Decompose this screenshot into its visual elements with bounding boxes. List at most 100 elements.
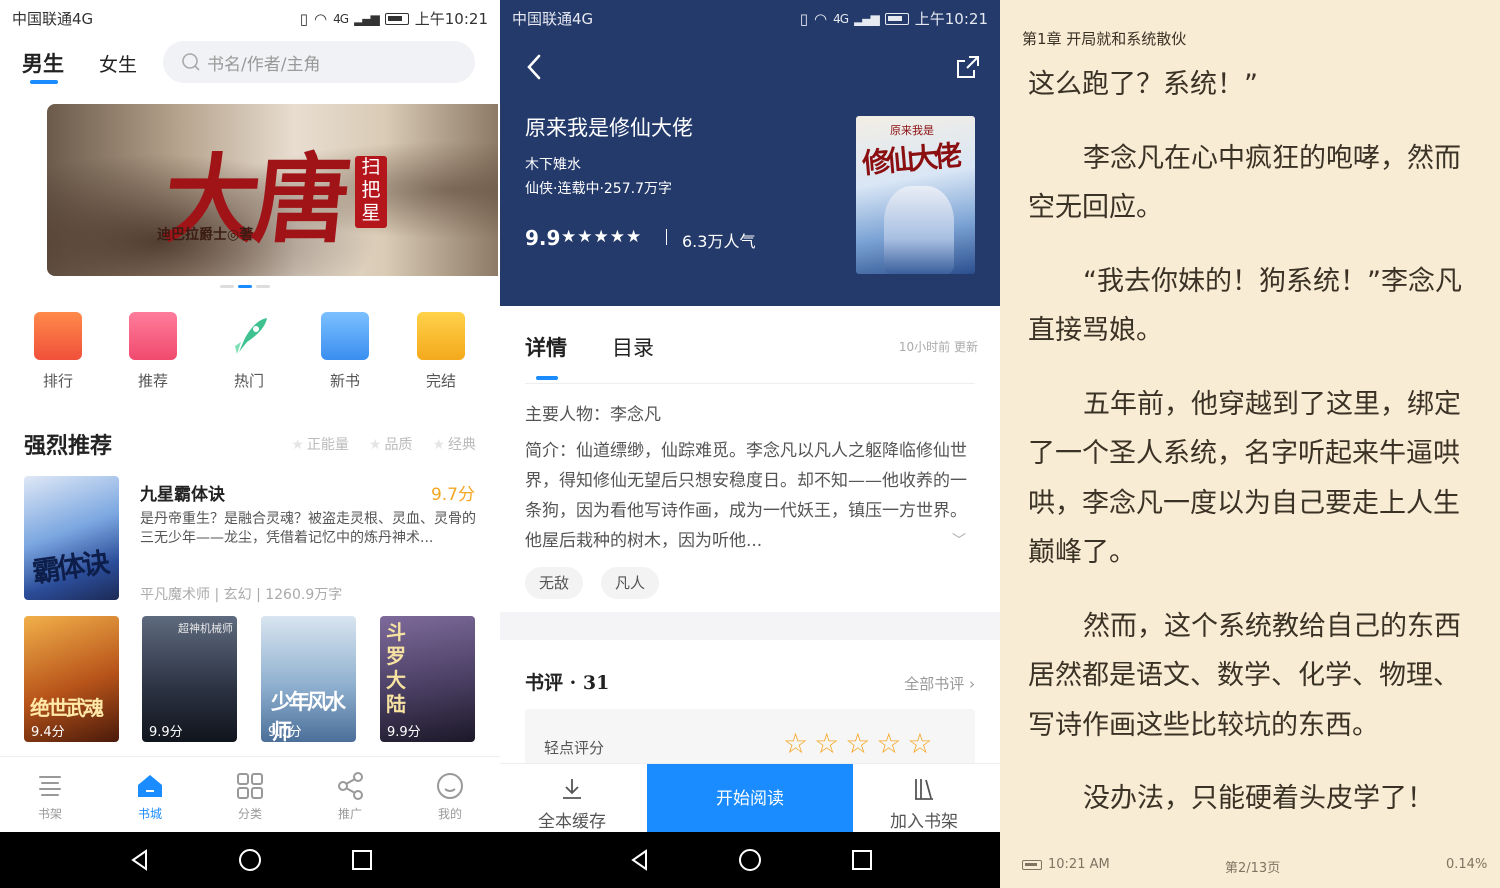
- chapter-title: 第1章 开局就和系统散伙: [1022, 30, 1187, 48]
- book-score: 9.9: [525, 226, 561, 250]
- thumb-score: 9.4分: [31, 725, 65, 740]
- category-label: 完结: [425, 372, 456, 390]
- popularity: 6.3万人气: [682, 232, 756, 251]
- thumb-title: 超神机械师: [178, 622, 233, 635]
- signal-icon: ▂▄▆: [854, 11, 880, 26]
- network-type-label: 4G: [833, 11, 849, 26]
- cache-label: 全本缓存: [538, 812, 606, 832]
- tag-chip[interactable]: 无敌: [525, 567, 584, 599]
- tab-label: 分类: [237, 807, 262, 821]
- bottom-tab-bar: 书架 书城 分类 推广 我的: [0, 756, 500, 832]
- all-reviews-link[interactable]: 全部书评 ›: [904, 673, 975, 694]
- action-bar: 全本缓存 开始阅读 加入书架: [500, 763, 1000, 833]
- download-icon: [563, 779, 581, 799]
- book-thumb[interactable]: 少年风水师 9.7分: [261, 616, 356, 742]
- category-ranking[interactable]: 排行: [26, 312, 90, 391]
- status-bar: 中国联通4G ▯ ◠ 4G ▂▄▆ 上午10:21: [0, 0, 500, 34]
- thumb-title: 斗罗大陆: [386, 620, 406, 716]
- tab-store[interactable]: 书城: [120, 771, 180, 822]
- main-character: 主要人物：李念凡: [525, 405, 661, 425]
- tab-catalog[interactable]: 目录: [612, 332, 654, 362]
- banner-stamp: 扫把星: [355, 156, 387, 228]
- category-finished[interactable]: 完结: [409, 312, 473, 391]
- tab-label: 推广: [337, 807, 362, 821]
- search-icon: [182, 53, 200, 71]
- recents-nav-icon[interactable]: [350, 848, 374, 872]
- vibrate-icon: ▯: [299, 9, 309, 28]
- book-meta: 仙侠·连载中·257.7万字: [525, 181, 672, 197]
- promo-banner[interactable]: 大唐 扫把星 迪巴拉爵士◎著: [47, 104, 498, 276]
- book-thumb[interactable]: 绝世武魂 9.4分: [24, 616, 119, 742]
- update-time: 10小时前 更新: [898, 340, 978, 354]
- cache-button[interactable]: 全本缓存: [538, 776, 606, 832]
- back-nav-icon[interactable]: [128, 848, 152, 872]
- reader-text: 这么跑了？系统！” 李念凡在心中疯狂的咆哮，然而空无回应。 “我去你妹的！狗系统…: [1028, 60, 1474, 848]
- bookshelf-icon: [35, 771, 65, 801]
- paragraph: 这么跑了？系统！”: [1028, 69, 1258, 100]
- filter-quality[interactable]: 品质: [369, 434, 412, 454]
- share-out-icon[interactable]: [955, 54, 981, 80]
- clock-label: 上午10:21: [414, 10, 488, 28]
- recents-nav-icon[interactable]: [850, 848, 874, 872]
- filter-positive[interactable]: 正能量: [291, 434, 349, 454]
- filter-classic[interactable]: 经典: [432, 434, 476, 454]
- thumb-score: 9.7分: [268, 725, 302, 740]
- cover-title: 修仙大佬: [860, 138, 960, 181]
- tab-mine[interactable]: 我的: [420, 771, 480, 822]
- wifi-icon: ◠: [814, 9, 828, 28]
- store-icon: [135, 771, 165, 801]
- tab-category[interactable]: 分类: [220, 771, 280, 822]
- category-recommend[interactable]: 推荐: [121, 312, 185, 391]
- battery-icon: [1022, 859, 1042, 870]
- banner-author: 迪巴拉爵士◎著: [157, 227, 254, 243]
- book-title[interactable]: 九星霸体诀: [140, 480, 225, 505]
- category-new[interactable]: 新书: [313, 312, 377, 391]
- category-label: 热门: [233, 372, 264, 390]
- book-cover[interactable]: 霸体诀: [24, 476, 119, 600]
- tab-male[interactable]: 男生: [22, 48, 64, 78]
- network-type-label: 4G: [333, 11, 349, 26]
- store-screen: 中国联通4G ▯ ◠ 4G ▂▄▆ 上午10:21 男生 女生 书名/作者/主角…: [0, 0, 500, 888]
- share-icon: [335, 771, 365, 801]
- book-score: 9.7分: [430, 485, 475, 505]
- tab-details[interactable]: 详情: [525, 332, 567, 362]
- clock-label: 10:21 AM: [1048, 857, 1110, 872]
- carrier-label: 中国联通4G: [512, 10, 594, 28]
- reviews-title: 书评 · 31: [525, 672, 610, 694]
- thumb-score: 9.9分: [387, 725, 421, 740]
- reader-screen[interactable]: 第1章 开局就和系统散伙 这么跑了？系统！” 李念凡在心中疯狂的咆哮，然而空无回…: [1000, 0, 1500, 888]
- book-thumb[interactable]: 超神机械师 9.9分: [142, 616, 237, 742]
- battery-icon: [384, 12, 409, 25]
- book-thumb[interactable]: 斗罗大陆 9.9分: [380, 616, 475, 742]
- tab-bookshelf[interactable]: 书架: [20, 771, 80, 822]
- home-nav-icon[interactable]: [738, 848, 762, 872]
- book-title: 原来我是修仙大佬: [525, 116, 693, 140]
- book-intro[interactable]: 简介：仙道缥缈，仙踪难觅。李念凡以凡人之躯降临修仙世界，得知修仙无望后只想安稳度…: [525, 436, 977, 556]
- rating-stars: ★★★★★: [561, 227, 643, 247]
- grid-icon: [235, 771, 265, 801]
- system-nav-bar: [0, 832, 500, 888]
- tag-chip[interactable]: 凡人: [601, 567, 660, 599]
- category-label: 推荐: [137, 372, 168, 390]
- home-nav-icon[interactable]: [238, 848, 262, 872]
- add-shelf-button[interactable]: 加入书架: [890, 776, 958, 832]
- reading-progress: 0.14%: [1446, 857, 1488, 872]
- book-author[interactable]: 木下雉水: [525, 154, 581, 174]
- start-reading-button[interactable]: 开始阅读: [647, 764, 853, 833]
- search-input[interactable]: 书名/作者/主角: [163, 41, 475, 83]
- carousel-dots: [220, 285, 270, 288]
- paragraph: 然而，这个系统教给自己的东西居然都是语文、数学、化学、物理、写诗作画这些比较坑的…: [1028, 610, 1461, 741]
- back-arrow-icon[interactable]: [526, 54, 542, 80]
- tab-promote[interactable]: 推广: [320, 771, 380, 822]
- signal-icon: ▂▄▆: [354, 11, 380, 26]
- book-cover: 原来我是 修仙大佬: [856, 116, 975, 274]
- category-hot[interactable]: 热门: [217, 312, 281, 391]
- category-label: 新书: [329, 372, 360, 390]
- carrier-label: 中国联通4G: [12, 10, 94, 28]
- chevron-down-icon[interactable]: ﹀: [952, 530, 966, 550]
- back-nav-icon[interactable]: [628, 848, 652, 872]
- section-gap: [500, 612, 1000, 640]
- cover-title: 霸体诀: [30, 545, 110, 590]
- tab-female[interactable]: 女生: [99, 50, 137, 77]
- rating-star-input[interactable]: ☆☆☆☆☆: [783, 727, 939, 760]
